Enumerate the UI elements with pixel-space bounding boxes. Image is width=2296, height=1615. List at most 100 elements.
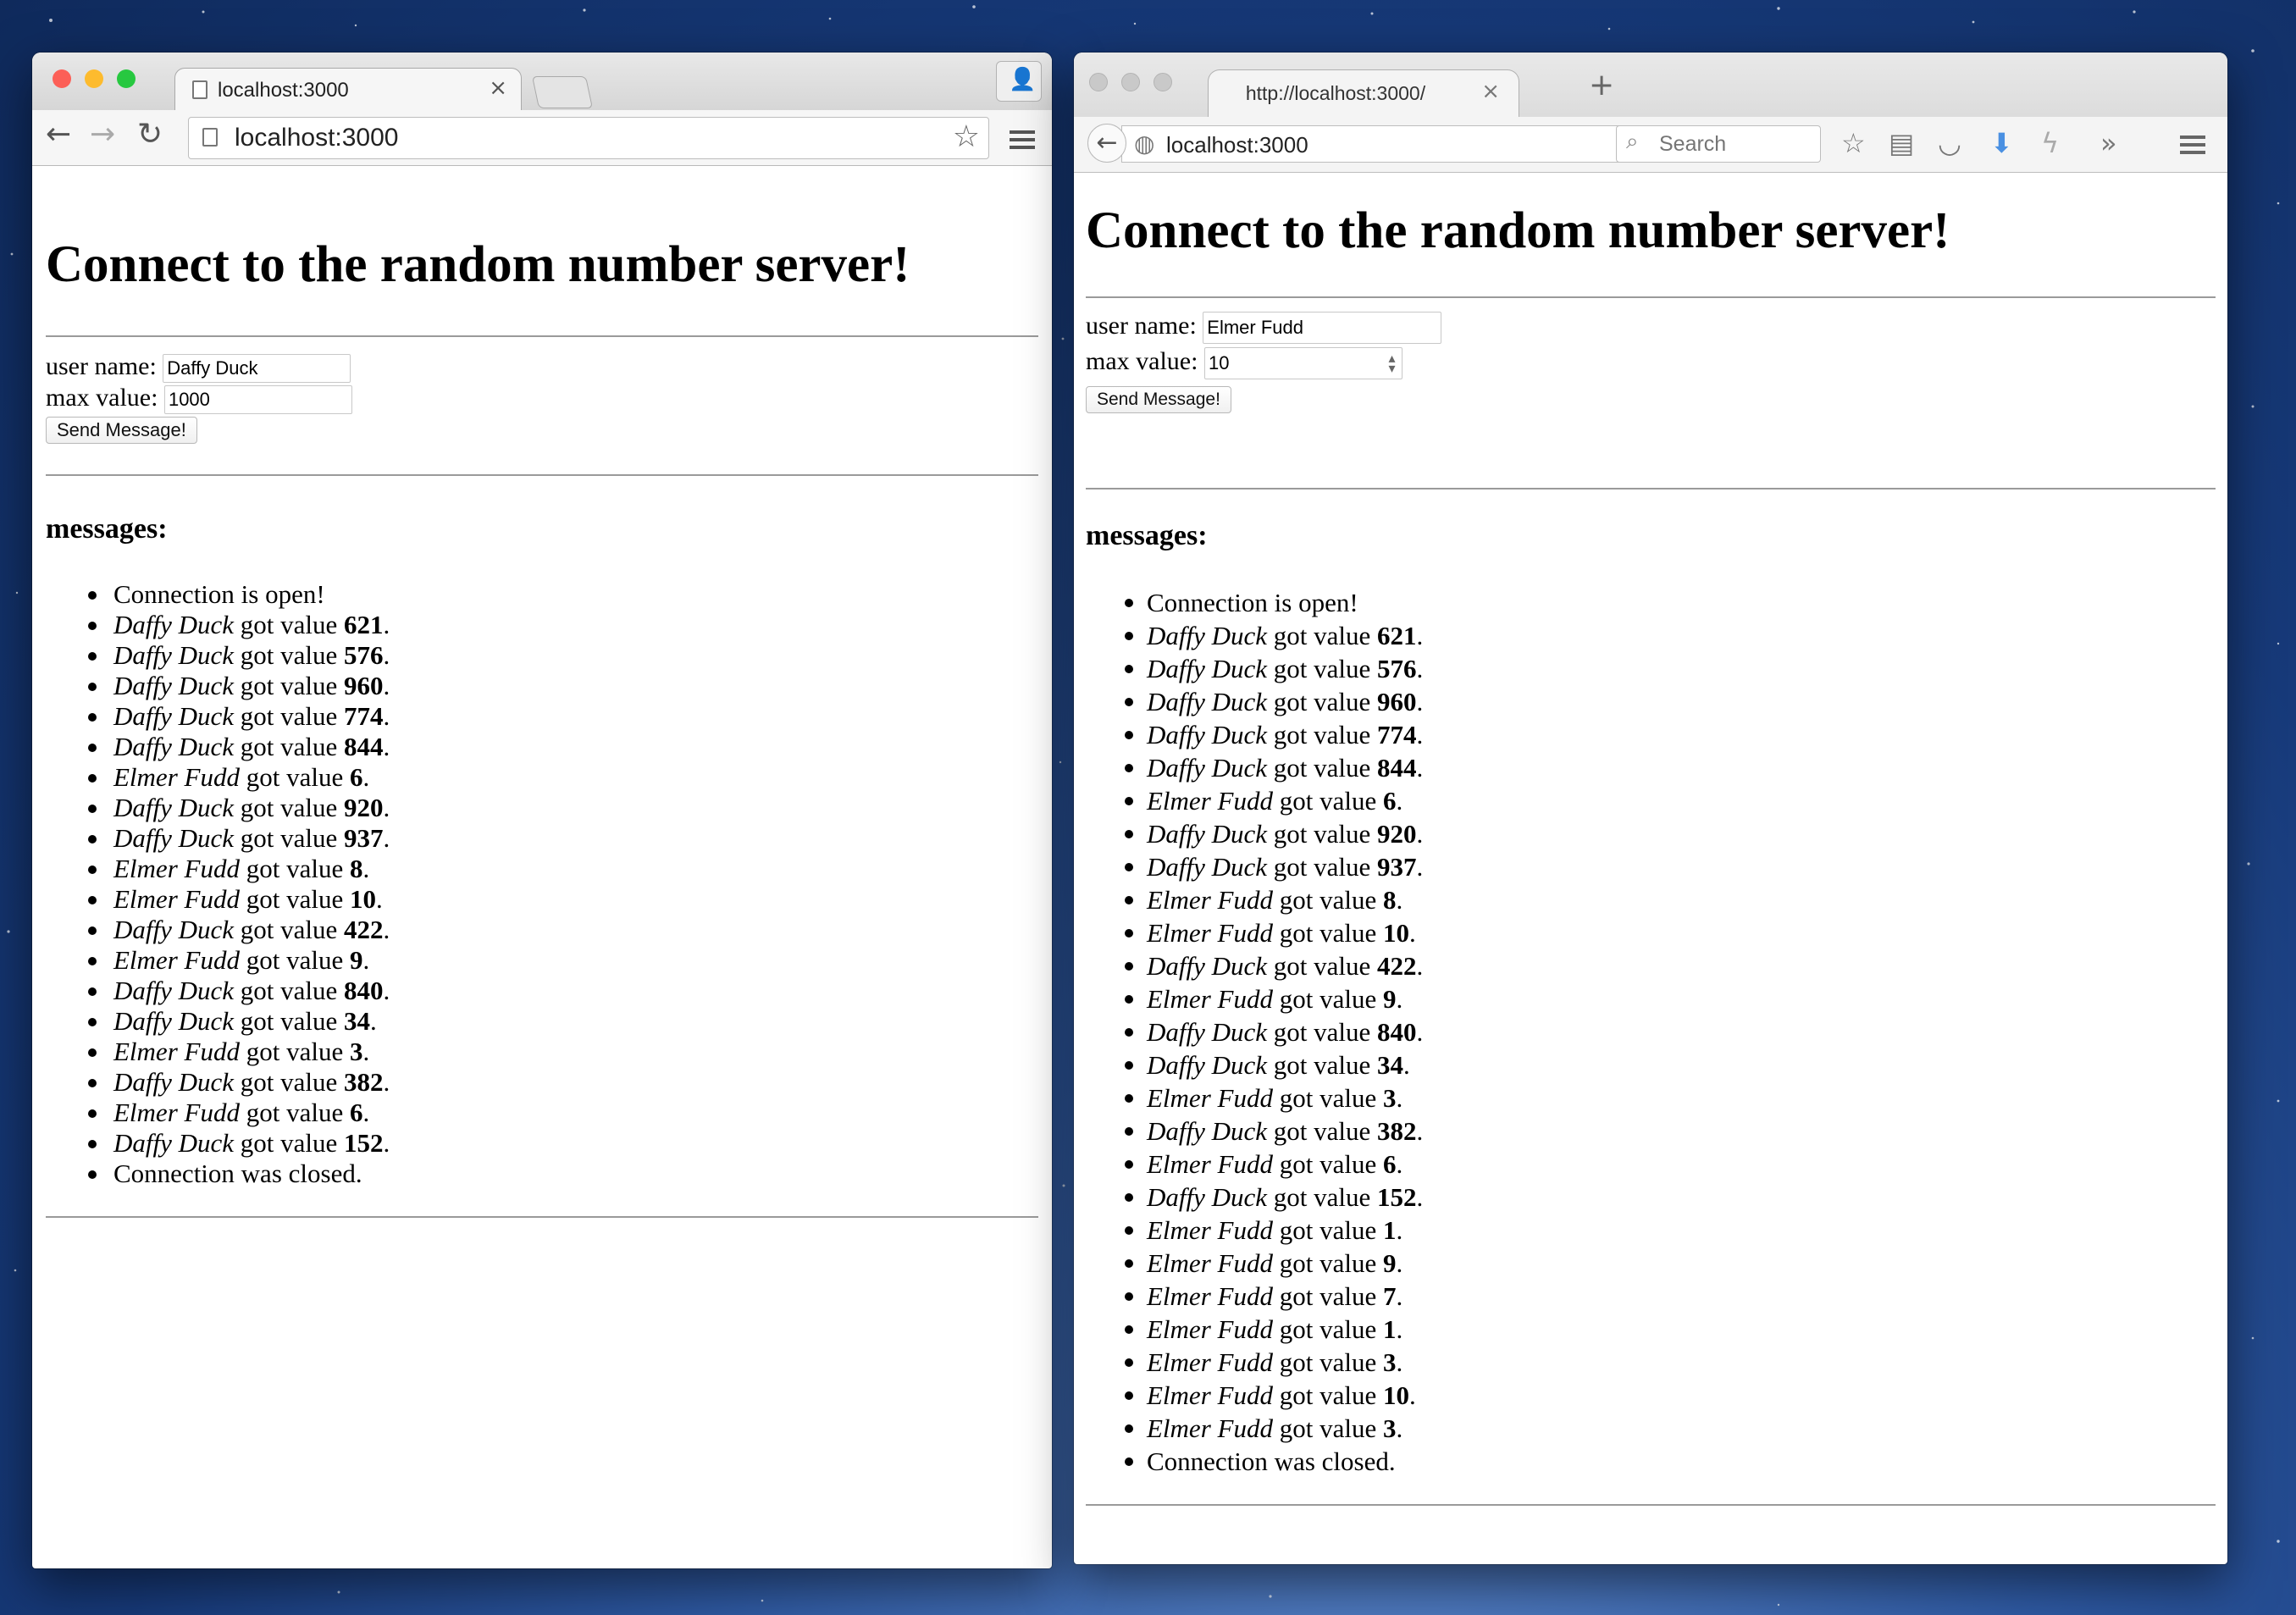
message-text: Connection was closed. — [1147, 1446, 1396, 1476]
message-mid: got value — [234, 610, 345, 639]
bookmark-star-icon[interactable]: ☆ — [953, 119, 980, 154]
new-tab-button[interactable] — [531, 76, 594, 108]
user-name-input[interactable] — [1203, 312, 1442, 345]
message-item: Elmer Fudd got value 10. — [1124, 1379, 1423, 1412]
search-input[interactable] — [1616, 125, 1821, 163]
message-who: Daffy Duck — [1147, 720, 1268, 749]
max-value-input[interactable] — [163, 385, 352, 415]
message-who: Daffy Duck — [113, 1006, 235, 1036]
user-name-input[interactable] — [163, 354, 351, 384]
close-window-button[interactable] — [53, 69, 71, 88]
message-who: Daffy Duck — [1147, 852, 1268, 882]
message-end: . — [1416, 1182, 1424, 1212]
search-magnifier-icon: ⌕ — [1626, 129, 1639, 154]
messages-list: Connection is open! Daffy Duck got value … — [87, 579, 390, 1189]
message-mid: got value — [1272, 885, 1383, 915]
reload-icon[interactable]: ↻ — [137, 117, 163, 152]
message-who: Elmer Fudd — [113, 762, 240, 792]
messages-list: Connection is open! Daffy Duck got value … — [1124, 586, 1424, 1478]
message-item: Daffy Duck got value 422. — [87, 915, 390, 945]
message-mid: got value — [1272, 1215, 1383, 1245]
message-who: Daffy Duck — [113, 915, 235, 944]
divider — [46, 474, 1038, 476]
hamburger-menu-icon[interactable] — [1010, 130, 1035, 134]
send-message-button[interactable]: Send Message! — [1086, 386, 1231, 413]
chrome-toolbar: ← → ↻ localhost:3000 ☆ — [32, 110, 1052, 166]
reading-list-icon[interactable]: ▤ — [1889, 127, 1914, 159]
pocket-icon[interactable]: ◡ — [1938, 127, 1961, 159]
message-mid: got value — [239, 854, 350, 883]
divider — [1086, 1504, 2216, 1506]
message-item: Elmer Fudd got value 8. — [87, 854, 390, 884]
forward-arrow-icon[interactable]: → — [90, 117, 115, 152]
firefox-tab-active[interactable]: http://localhost:3000/ × — [1208, 69, 1519, 119]
message-end: . — [1396, 1215, 1403, 1245]
close-tab-icon[interactable]: × — [489, 75, 507, 101]
overflow-chevron-icon[interactable]: » — [2100, 127, 2117, 159]
message-who: Daffy Duck — [113, 610, 235, 639]
firefox-tab-title: http://localhost:3000/ — [1245, 82, 1426, 104]
message-val: 576 — [344, 640, 384, 670]
profile-button[interactable]: 👤 — [996, 61, 1042, 102]
message-end: . — [1396, 1281, 1403, 1311]
message-end: . — [375, 884, 383, 914]
message-mid: got value — [234, 640, 345, 670]
message-who: Elmer Fudd — [1147, 1083, 1273, 1113]
message-who: Elmer Fudd — [1147, 1413, 1273, 1443]
message-who: Elmer Fudd — [113, 1098, 240, 1127]
download-arrow-icon[interactable]: ⬇ — [1990, 127, 2013, 159]
bookmark-star-icon[interactable]: ☆ — [1841, 127, 1866, 159]
max-value-row: max value: ▴▾ — [1086, 347, 1402, 380]
hamburger-menu-icon[interactable] — [2180, 136, 2205, 139]
new-tab-plus-icon[interactable]: + — [1589, 68, 1614, 102]
message-end: . — [383, 1128, 390, 1158]
divider — [46, 335, 1038, 337]
message-mid: got value — [1267, 1182, 1378, 1212]
lightning-icon[interactable]: ϟ — [2041, 127, 2059, 159]
message-val: 422 — [1377, 951, 1417, 981]
message-item: Daffy Duck got value 621. — [1124, 619, 1423, 652]
message-item: Daffy Duck got value 422. — [1124, 949, 1423, 982]
messages-heading: messages: — [1086, 520, 1208, 551]
message-mid: got value — [239, 1037, 350, 1066]
chrome-tab-active[interactable]: localhost:3000 × — [174, 68, 522, 110]
message-val: 960 — [344, 671, 384, 700]
message-mid: got value — [1272, 1083, 1383, 1113]
message-item: Daffy Duck got value 844. — [1124, 751, 1423, 784]
message-who: Daffy Duck — [1147, 1017, 1268, 1047]
message-val: 937 — [1377, 852, 1417, 882]
message-who: Elmer Fudd — [1147, 1314, 1273, 1344]
max-value-input[interactable] — [1203, 347, 1402, 380]
user-name-label: user name: — [46, 352, 157, 380]
zoom-window-button[interactable] — [117, 69, 136, 88]
message-item: Daffy Duck got value 960. — [87, 671, 390, 701]
message-val: 382 — [344, 1067, 384, 1097]
message-who: Elmer Fudd — [1147, 1281, 1273, 1311]
message-who: Daffy Duck — [113, 701, 235, 731]
message-item: Daffy Duck got value 937. — [87, 823, 390, 854]
message-who: Elmer Fudd — [113, 945, 240, 975]
message-who: Daffy Duck — [1147, 753, 1268, 783]
zoom-window-button[interactable] — [1154, 73, 1172, 91]
message-val: 382 — [1377, 1116, 1417, 1146]
message-mid: got value — [1272, 1380, 1383, 1410]
message-mid: got value — [234, 1067, 345, 1097]
message-item: Daffy Duck got value 382. — [1124, 1114, 1423, 1148]
message-who: Daffy Duck — [1147, 1116, 1268, 1146]
message-mid: got value — [234, 976, 345, 1005]
back-arrow-icon[interactable]: ← — [1087, 124, 1126, 163]
message-who: Daffy Duck — [1147, 621, 1268, 650]
close-window-button[interactable] — [1089, 73, 1108, 91]
send-message-button[interactable]: Send Message! — [46, 417, 197, 444]
divider — [46, 1216, 1038, 1218]
back-arrow-icon[interactable]: ← — [46, 117, 71, 152]
message-val: 920 — [344, 793, 384, 822]
minimize-window-button[interactable] — [1121, 73, 1140, 91]
message-item: Daffy Duck got value 937. — [1124, 850, 1423, 883]
close-tab-icon[interactable]: × — [1481, 79, 1500, 104]
page-icon — [202, 128, 218, 147]
number-spinner-icon[interactable]: ▴ ▾ — [1383, 351, 1400, 375]
firefox-toolbar: ◍ localhost:3000 ▽ ↻ ← ⌕ ☆ ▤ ◡ ⬇ ϟ » — [1074, 117, 2227, 173]
address-bar[interactable]: localhost:3000 ☆ — [188, 117, 989, 159]
minimize-window-button[interactable] — [85, 69, 103, 88]
